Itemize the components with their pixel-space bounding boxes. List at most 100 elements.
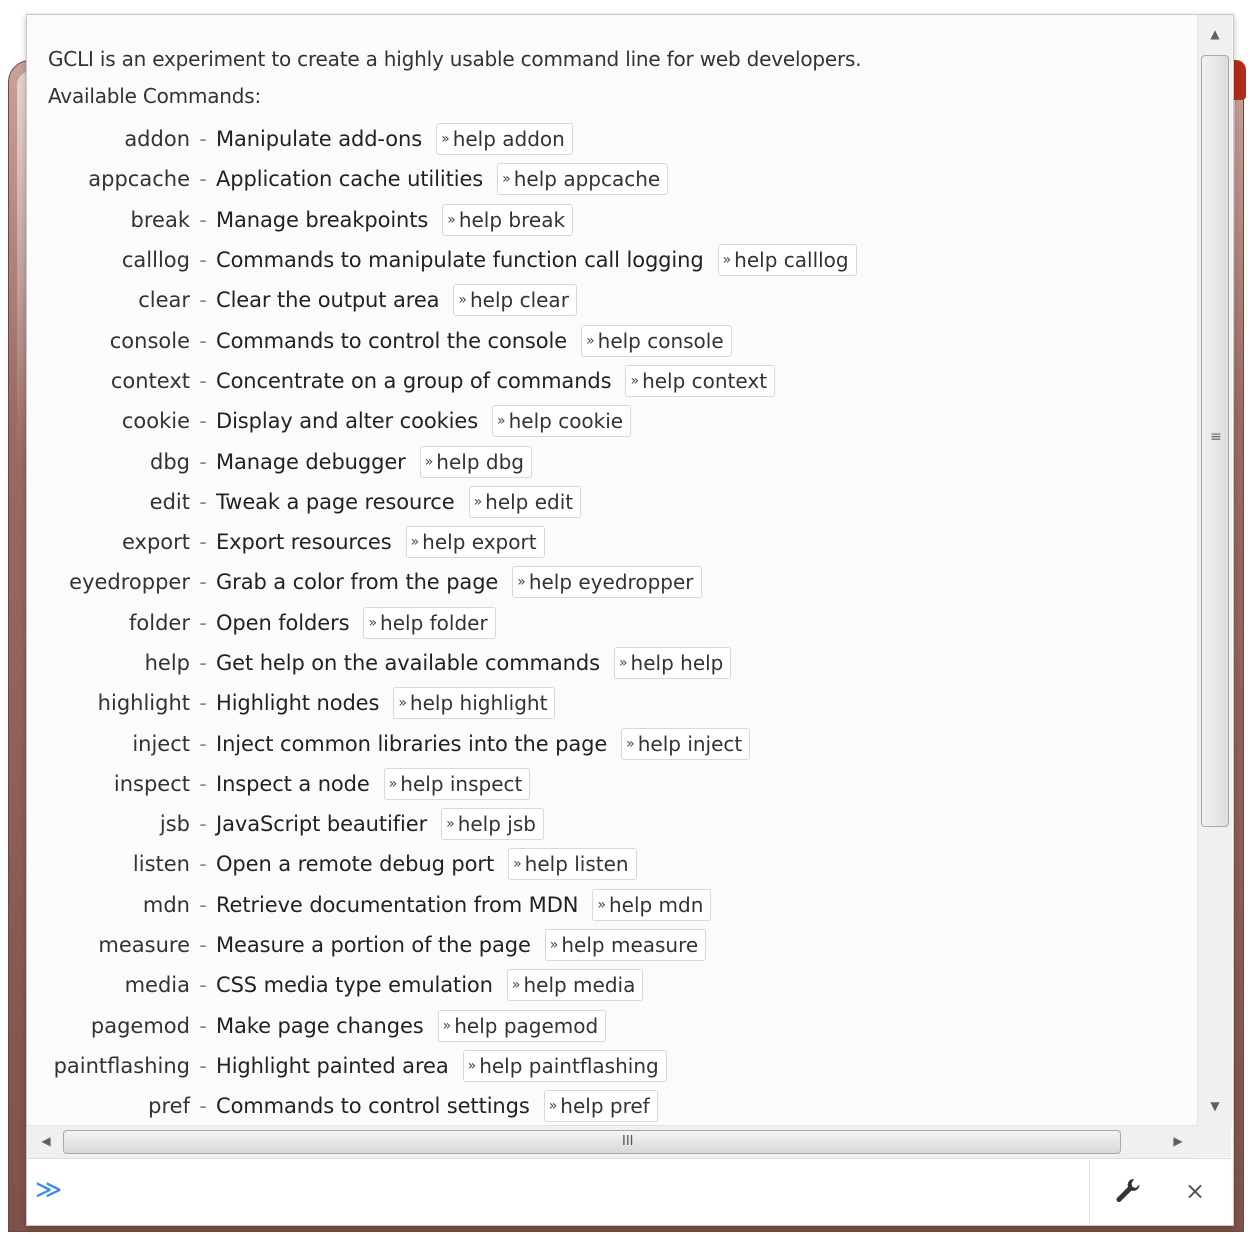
help-command-button[interactable]: » help listen [508,848,637,881]
command-name: jsb [159,812,190,837]
chevron-right-icon: » [549,937,559,954]
command-name: cookie [121,409,190,434]
chevron-right-icon: » [388,775,398,792]
chevron-right-icon: » [517,574,526,591]
help-command-button[interactable]: » help addon [436,123,573,156]
help-command-button[interactable]: » help inspect [383,767,531,800]
command-name: listen [132,852,190,877]
help-command-label: help mdn [608,892,704,917]
separator: - [199,127,207,152]
command-input[interactable] [73,1173,1077,1209]
separator: - [199,731,207,756]
help-command-button[interactable]: » help inject [621,727,751,760]
command-description: Tweak a page resource [216,489,455,514]
command-name: folder [129,610,190,635]
scroll-right-arrow-icon[interactable]: ▶ [1163,1126,1193,1158]
help-command-button[interactable]: » help folder [363,606,496,639]
help-command-button[interactable]: » help pref [543,1090,658,1123]
separator: - [199,892,207,917]
command-name: export [121,530,190,555]
command-description: Open a remote debug port [216,852,495,877]
separator: - [199,651,207,675]
help-command-label: help addon [452,127,565,152]
command-name: inspect [113,771,190,796]
prompt-icon: ≫ [35,1175,63,1205]
separator: - [199,852,207,877]
close-icon[interactable]: × [1177,1173,1213,1209]
command-description: Highlight nodes [216,691,380,716]
help-command-button[interactable]: » help jsb [441,808,544,841]
command-input-bar: ≫ × [27,1158,1231,1224]
command-description: Commands to control settings [216,1094,530,1119]
help-command-button[interactable]: » help eyedropper [512,566,702,599]
help-command-button[interactable]: » help media [506,969,644,1002]
help-command-button[interactable]: » help break [442,203,574,236]
help-command-label: help inspect [400,771,523,796]
command-description: CSS media type emulation [216,973,493,998]
separator: - [199,489,207,514]
help-command-button[interactable]: » help context [625,364,776,397]
chevron-right-icon: » [618,655,628,671]
help-command-label: help break [458,207,566,232]
command-row: paintflashing - Highlight painted area » hel… [27,1046,1187,1086]
help-command-button[interactable]: » help paintflashing [462,1049,667,1082]
help-command-label: help console [597,328,724,353]
gcli-output-panel: GCLI is an experiment to create a highly… [26,14,1234,1226]
command-description: Clear the output area [216,288,440,313]
vertical-scrollbar[interactable]: ▲ ≡ ▼ [1197,15,1232,1125]
help-command-button[interactable]: » help cookie [492,405,632,438]
separator: - [199,328,207,353]
command-description: Display and alter cookies [216,409,479,434]
command-description: Export resources [216,530,392,555]
chevron-right-icon: » [513,856,522,873]
separator: - [199,973,207,998]
help-command-button[interactable]: » help highlight [393,687,556,720]
help-command-button[interactable]: » help dbg [419,445,532,478]
command-name: inject [132,731,190,756]
help-command-label: help highlight [409,691,548,716]
command-description: Open folders [216,610,350,635]
help-command-button[interactable]: » help mdn [592,888,712,921]
help-command-label: help measure [561,933,699,958]
help-command-button[interactable]: » help export [405,526,545,559]
command-row: folder - Open folders » help folder [27,603,1187,643]
command-row: inject - Inject common libraries into the … [27,723,1187,763]
command-description: Grab a color from the page [216,570,499,595]
help-command-button[interactable]: » help help [613,647,732,679]
horizontal-scroll-thumb[interactable]: III [63,1130,1121,1154]
separator: - [199,1053,207,1078]
horizontal-scrollbar[interactable]: ◀ III ▶ [27,1125,1197,1158]
help-command-label: help inject [637,731,743,756]
separator: - [199,288,207,313]
command-name: help [144,651,190,675]
command-row: highlight - Highlight nodes » help highlight [27,683,1187,723]
help-command-label: help cookie [508,409,624,434]
command-name: dbg [150,449,190,474]
scroll-left-arrow-icon[interactable]: ◀ [31,1126,61,1158]
chevron-right-icon: » [447,211,456,228]
help-command-button[interactable]: » help console [581,324,732,357]
scroll-up-arrow-icon[interactable]: ▲ [1198,19,1232,49]
command-description: JavaScript beautifier [216,812,428,837]
help-command-button[interactable]: » help appcache [497,163,669,196]
command-description: Commands to manipulate function call log… [216,248,704,273]
help-command-button[interactable]: » help edit [468,485,582,518]
separator: - [199,812,207,837]
command-description: Retrieve documentation from MDN [216,892,579,917]
help-command-button[interactable]: » help measure [544,929,707,962]
command-row: context - Concentrate on a group of comman… [27,361,1187,401]
wrench-icon[interactable] [1109,1173,1145,1209]
help-command-button[interactable]: » help clear [453,284,577,317]
help-command-button[interactable]: » help pagemod [437,1009,607,1042]
chevron-right-icon: » [473,493,483,510]
scroll-down-arrow-icon[interactable]: ▼ [1198,1091,1232,1121]
vertical-scroll-thumb[interactable]: ≡ [1201,55,1229,827]
vertical-grip-icon: ≡ [1210,429,1222,445]
chevron-right-icon: » [410,534,420,551]
command-name: break [130,207,190,232]
help-command-label: help appcache [513,167,661,192]
command-description: Concentrate on a group of commands [216,368,612,393]
command-row: pref - Commands to control settings » help p… [27,1086,1187,1125]
command-name: clear [138,288,190,313]
help-command-button[interactable]: » help calllog [717,244,857,277]
